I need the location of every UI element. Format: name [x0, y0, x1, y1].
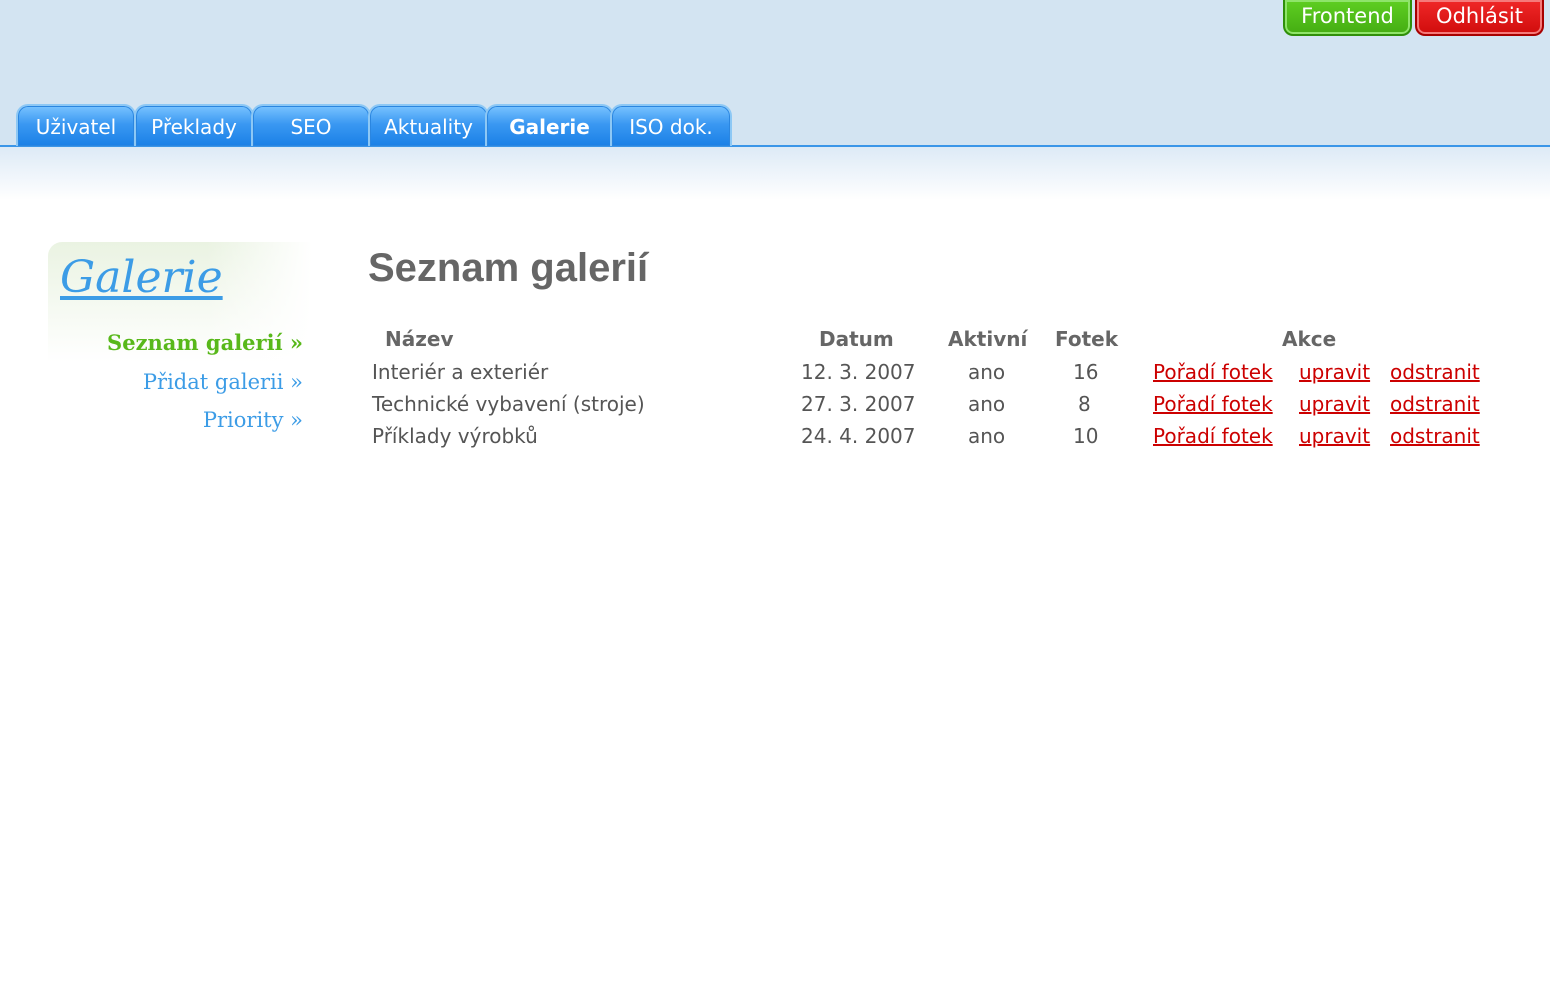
column-header-photos: Fotek [1055, 327, 1119, 351]
delete-link[interactable]: odstranit [1390, 392, 1480, 416]
cell-date: 12. 3. 2007 [801, 360, 916, 384]
frontend-button[interactable]: Frontend [1283, 0, 1412, 36]
cell-date: 24. 4. 2007 [801, 424, 916, 448]
sidebar-link-priority[interactable]: Priority » [203, 408, 303, 432]
tab-seo[interactable]: SEO [251, 104, 371, 146]
tab-galerie[interactable]: Galerie [485, 104, 614, 146]
sidebar-link-gallery-list[interactable]: Seznam galerií » [107, 330, 303, 355]
cell-active: ano [968, 424, 1006, 448]
cell-name: Technické vybavení (stroje) [372, 392, 645, 416]
delete-link[interactable]: odstranit [1390, 424, 1480, 448]
cell-active: ano [968, 392, 1006, 416]
column-header-active: Aktivní [948, 327, 1028, 351]
column-header-actions: Akce [1282, 327, 1337, 351]
tab-preklady[interactable]: Překlady [134, 104, 254, 146]
column-header-name: Název [385, 327, 454, 351]
page-title: Seznam galerií [368, 246, 649, 290]
cell-name: Příklady výrobků [372, 424, 538, 448]
sidebar-title-link[interactable]: Galerie [60, 252, 223, 303]
photo-order-link[interactable]: Pořadí fotek [1153, 392, 1273, 416]
tab-iso-dok[interactable]: ISO dok. [610, 104, 732, 146]
column-header-date: Datum [819, 327, 894, 351]
cell-date: 27. 3. 2007 [801, 392, 916, 416]
cell-photos: 8 [1078, 392, 1091, 416]
cell-photos: 16 [1073, 360, 1099, 384]
tab-aktuality[interactable]: Aktuality [368, 104, 489, 146]
photo-order-link[interactable]: Pořadí fotek [1153, 424, 1273, 448]
cell-active: ano [968, 360, 1006, 384]
cell-name: Interiér a exteriér [372, 360, 549, 384]
sidebar-link-add-gallery[interactable]: Přidat galerii » [143, 370, 303, 394]
logout-button[interactable]: Odhlásit [1415, 0, 1544, 36]
delete-link[interactable]: odstranit [1390, 360, 1480, 384]
edit-link[interactable]: upravit [1299, 360, 1370, 384]
cell-photos: 10 [1073, 424, 1099, 448]
edit-link[interactable]: upravit [1299, 424, 1370, 448]
tab-uzivatel[interactable]: Uživatel [16, 104, 136, 146]
photo-order-link[interactable]: Pořadí fotek [1153, 360, 1273, 384]
edit-link[interactable]: upravit [1299, 392, 1370, 416]
